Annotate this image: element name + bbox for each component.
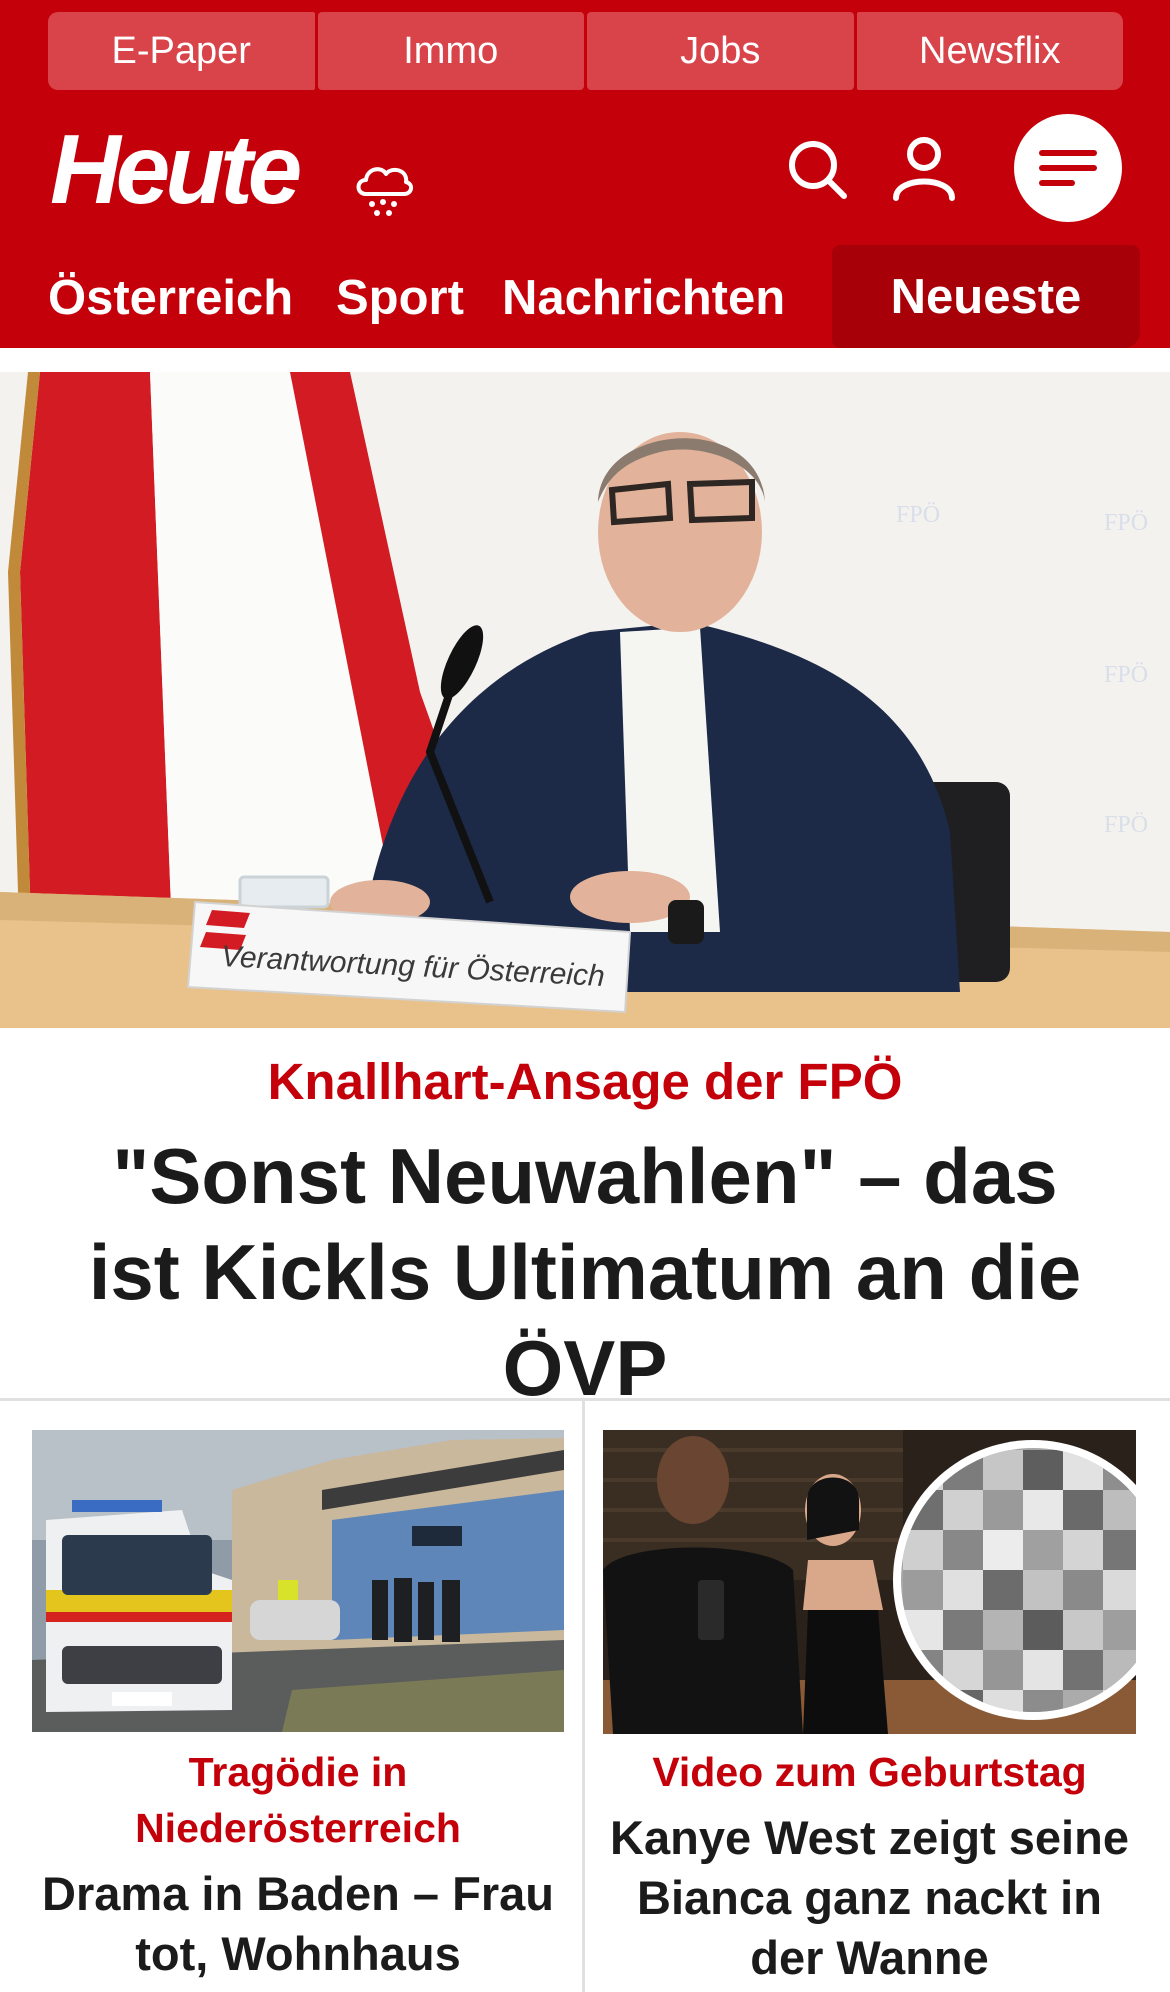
card-kicker-baden[interactable]: Tragödie in Niederösterreich — [32, 1744, 564, 1856]
nav-item-oesterreich[interactable]: Österreich — [48, 270, 293, 326]
hero-headline[interactable]: "Sonst Neuwahlen" – das ist Kickls Ultim… — [60, 1128, 1110, 1416]
card-title-kanye[interactable]: Kanye West zeigt seine Bianca ganz nackt… — [595, 1808, 1144, 1988]
svg-text:FPÖ: FPÖ — [896, 502, 940, 528]
shortcut-epaper[interactable]: E-Paper — [48, 12, 315, 90]
card-image-baden[interactable] — [32, 1430, 564, 1732]
user-icon[interactable] — [890, 134, 958, 202]
svg-text:FPÖ: FPÖ — [1104, 510, 1148, 536]
nav-item-sport[interactable]: Sport — [336, 270, 464, 326]
nav-item-nachrichten[interactable]: Nachrichten — [502, 270, 785, 326]
main-nav: Österreich Sport Nachrichten Neueste — [0, 245, 1170, 348]
shortcut-bar: E-Paper Immo Jobs Newsflix — [48, 12, 1123, 90]
site-logo[interactable]: Heute — [50, 120, 302, 218]
site-header: E-Paper Immo Jobs Newsflix Heute Österre… — [0, 0, 1170, 348]
card-kicker-kanye[interactable]: Video zum Geburtstag — [603, 1744, 1136, 1800]
search-icon[interactable] — [786, 138, 850, 202]
card-image-kanye[interactable] — [603, 1430, 1136, 1734]
card-title-baden[interactable]: Drama in Baden – Frau tot, Wohnhaus — [24, 1864, 572, 1984]
weather-icon[interactable] — [352, 158, 414, 220]
shortcut-jobs[interactable]: Jobs — [587, 12, 854, 90]
svg-text:FPÖ: FPÖ — [1104, 812, 1148, 838]
menu-icon — [1039, 150, 1097, 186]
column-divider — [582, 1400, 585, 1992]
svg-text:FPÖ: FPÖ — [1104, 662, 1148, 688]
hero-image[interactable]: FPÖ FPÖ FPÖ FPÖ Verantwortung für Österr… — [0, 372, 1170, 1028]
hero-kicker[interactable]: Knallhart-Ansage der FPÖ — [0, 1052, 1170, 1111]
menu-button[interactable] — [1014, 114, 1122, 222]
shortcut-newsflix[interactable]: Newsflix — [856, 12, 1123, 90]
shortcut-immo[interactable]: Immo — [317, 12, 584, 90]
section-divider — [0, 1398, 1170, 1401]
nav-item-neueste[interactable]: Neueste — [832, 245, 1140, 348]
